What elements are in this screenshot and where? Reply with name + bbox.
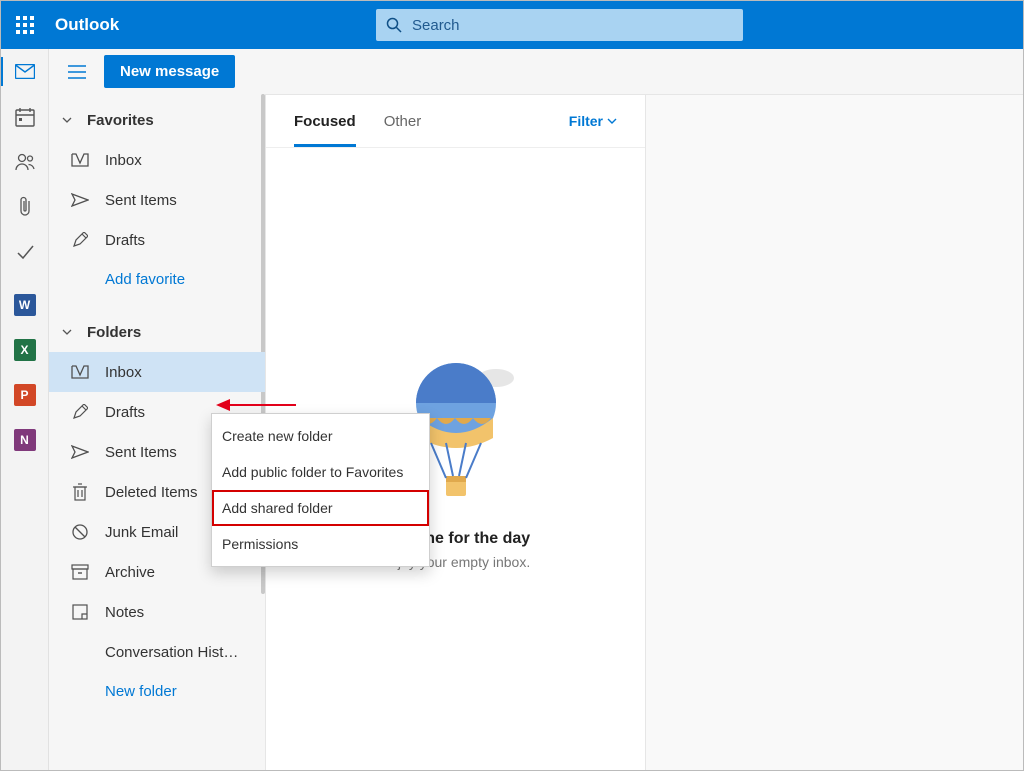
- inbox-icon: [67, 153, 93, 167]
- nav-item-label: Drafts: [105, 232, 145, 249]
- tab-focused[interactable]: Focused: [294, 95, 356, 147]
- chevron-down-icon: [607, 116, 617, 126]
- filter-dropdown[interactable]: Filter: [569, 113, 617, 129]
- junk-icon: [67, 523, 93, 541]
- nav-item-label: Drafts: [105, 404, 145, 421]
- ctx-permissions[interactable]: Permissions: [212, 526, 429, 562]
- rail-word-icon[interactable]: W: [1, 282, 48, 327]
- nav-item-label: Inbox: [105, 364, 142, 381]
- app-rail: W X P N: [1, 49, 49, 770]
- favorites-label: Favorites: [87, 112, 154, 129]
- chevron-down-icon: [61, 326, 73, 338]
- top-bar: Outlook: [1, 1, 1023, 49]
- ctx-create-folder[interactable]: Create new folder: [212, 418, 429, 454]
- fav-drafts[interactable]: Drafts: [49, 220, 265, 260]
- search-box[interactable]: [376, 9, 743, 41]
- nav-item-label: Sent Items: [105, 444, 177, 461]
- folders-label: Folders: [87, 324, 141, 341]
- folders-context-menu: Create new folder Add public folder to F…: [211, 413, 430, 567]
- draft-icon: [67, 232, 93, 248]
- new-message-button[interactable]: New message: [104, 55, 235, 88]
- nav-item-label: Sent Items: [105, 192, 177, 209]
- search-icon: [386, 17, 402, 33]
- app-title: Outlook: [55, 15, 119, 35]
- favorites-header[interactable]: Favorites: [49, 100, 265, 140]
- nav-item-label: Archive: [105, 564, 155, 581]
- rail-onenote-icon[interactable]: N: [1, 417, 48, 462]
- reading-pane: [646, 94, 1023, 770]
- folders-header[interactable]: Folders: [49, 312, 265, 352]
- nav-item-label: Conversation Hist…: [105, 644, 238, 661]
- fav-sent[interactable]: Sent Items: [49, 180, 265, 220]
- trash-icon: [67, 483, 93, 501]
- ctx-add-shared-folder[interactable]: Add shared folder: [212, 490, 429, 526]
- nav-item-label: Notes: [105, 604, 144, 621]
- nav-item-label: Inbox: [105, 152, 142, 169]
- nav-item-label: Deleted Items: [105, 484, 198, 501]
- draft-icon: [67, 404, 93, 420]
- new-folder-link[interactable]: New folder: [49, 672, 265, 710]
- folders-notes[interactable]: Notes: [49, 592, 265, 632]
- rail-todo-icon[interactable]: [1, 229, 48, 274]
- folders-conv-history[interactable]: Conversation Hist…: [49, 632, 265, 672]
- notes-icon: [67, 604, 93, 620]
- ctx-add-public-folder[interactable]: Add public folder to Favorites: [212, 454, 429, 490]
- search-input[interactable]: [402, 16, 743, 35]
- fav-inbox[interactable]: Inbox: [49, 140, 265, 180]
- app-launcher-icon[interactable]: [1, 1, 49, 49]
- rail-calendar-icon[interactable]: [1, 94, 48, 139]
- rail-people-icon[interactable]: [1, 139, 48, 184]
- sent-icon: [67, 445, 93, 459]
- rail-excel-icon[interactable]: X: [1, 327, 48, 372]
- archive-icon: [67, 564, 93, 580]
- rail-mail-icon[interactable]: [1, 49, 48, 94]
- menu-toggle-icon[interactable]: [60, 55, 94, 89]
- chevron-down-icon: [61, 114, 73, 126]
- rail-powerpoint-icon[interactable]: P: [1, 372, 48, 417]
- annotation-arrow: [216, 396, 296, 414]
- add-favorite-link[interactable]: Add favorite: [49, 260, 265, 298]
- sent-icon: [67, 193, 93, 207]
- tab-other[interactable]: Other: [384, 95, 422, 147]
- folders-inbox[interactable]: Inbox: [49, 352, 265, 392]
- rail-files-icon[interactable]: [1, 184, 48, 229]
- filter-label: Filter: [569, 113, 603, 129]
- inbox-icon: [67, 365, 93, 379]
- nav-item-label: Junk Email: [105, 524, 178, 541]
